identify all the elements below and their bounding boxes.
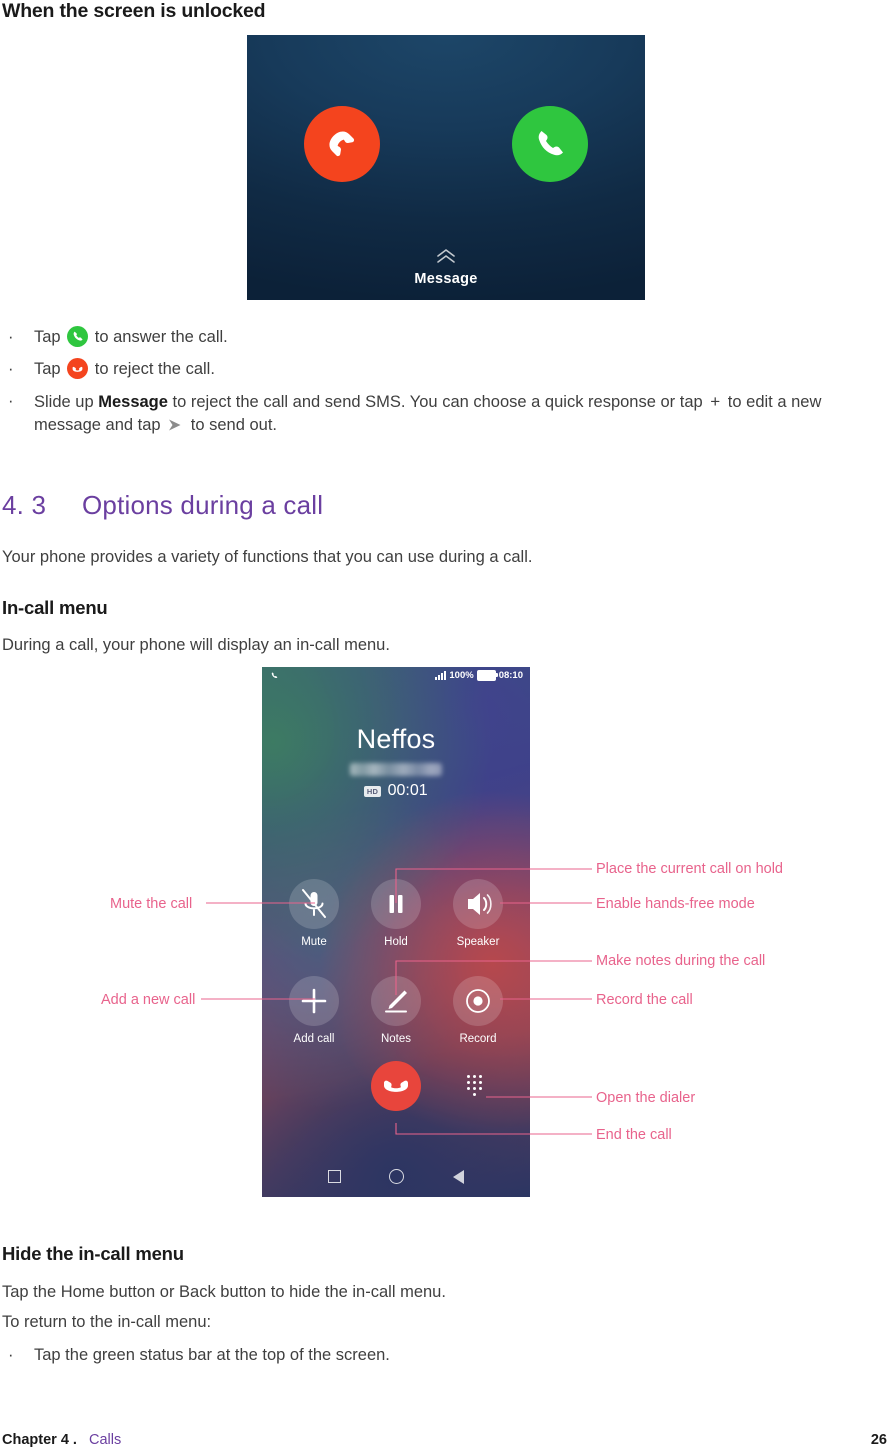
manual-page: When the screen is unlocked Message · Ta… <box>0 0 891 1456</box>
swipe-up-message-area[interactable]: Message <box>247 248 645 288</box>
bullet-tap-green-status-bar: · Tap the green status bar at the top of… <box>2 1344 802 1367</box>
hide-menu-paragraph-1: Tap the Home button or Back button to hi… <box>2 1283 446 1301</box>
notes-label: Notes <box>380 1033 412 1045</box>
battery-percent-label: 100% <box>449 670 474 681</box>
incall-menu-screenshot: 100% 08:10 Neffos HD 00:01 Mute Hold Spe… <box>262 667 530 1197</box>
callout-hands-free-mode: Enable hands-free mode <box>596 896 755 912</box>
page-title: When the screen is unlocked <box>2 0 266 22</box>
bullet-text-prefix: Tap <box>34 328 66 346</box>
callout-open-the-dialer: Open the dialer <box>596 1090 696 1106</box>
bullet-reject-call: · Tap to reject the call. <box>2 357 890 381</box>
callout-record-the-call: Record the call <box>596 992 693 1008</box>
hold-button[interactable]: Hold <box>369 879 423 948</box>
footer-page-number: 26 <box>870 1432 887 1448</box>
add-call-button[interactable]: Add call <box>287 976 341 1045</box>
bullet-list-return: · Tap the green status bar at the top of… <box>2 1344 802 1376</box>
home-circle-icon[interactable] <box>389 1169 405 1184</box>
mute-button[interactable]: Mute <box>287 879 341 948</box>
caller-name: Neffos <box>356 724 436 754</box>
callout-add-a-new-call: Add a new call <box>101 992 196 1008</box>
end-call-row <box>262 1061 530 1111</box>
bullet-text: Tap the green status bar at the top of t… <box>34 1346 390 1364</box>
status-bar-time: 08:10 <box>498 670 523 681</box>
footer-chapter-label: Chapter 4 . <box>2 1432 77 1448</box>
bullet-bold-message: Message <box>98 392 168 411</box>
answer-call-icon <box>67 326 89 347</box>
bullet-list-incoming: · Tap to answer the call. · Tap to rejec… <box>2 326 890 446</box>
speaker-button[interactable]: Speaker <box>451 879 505 948</box>
chevron-up-double-icon <box>437 249 455 263</box>
record-dot-icon <box>453 976 503 1026</box>
bullet-text-suffix: to answer the call. <box>90 328 228 346</box>
answer-call-button[interactable] <box>512 106 588 182</box>
mute-label: Mute <box>301 936 327 948</box>
phone-handset-icon <box>270 671 280 684</box>
chapter-title: Options during a call <box>82 490 324 520</box>
callout-place-on-hold: Place the current call on hold <box>596 861 783 877</box>
bullet-text-part-1: Slide up <box>34 392 99 411</box>
bullet-text-suffix: to reject the call. <box>90 359 215 378</box>
record-label: Record <box>459 1033 497 1045</box>
incoming-call-screenshot: Message <box>247 35 645 300</box>
bullet-marker: · <box>8 328 14 346</box>
action-row-2: Add call Notes Record <box>262 976 530 1045</box>
status-bar: 100% 08:10 <box>262 667 530 685</box>
footer-chapter: Chapter 4 . Calls <box>2 1432 121 1448</box>
footer-chapter-link[interactable]: Calls <box>81 1432 121 1448</box>
incall-action-grid: Mute Hold Speaker Add call Notes Record <box>262 879 530 1073</box>
bullet-text-part-2: to reject the call and send SMS. You can… <box>167 392 708 411</box>
notes-button[interactable]: Notes <box>369 976 423 1045</box>
incall-menu-heading: In-call menu <box>2 597 108 618</box>
hold-label: Hold <box>384 936 408 948</box>
send-arrow-icon <box>167 416 184 431</box>
hide-menu-heading: Hide the in-call menu <box>2 1243 184 1264</box>
recents-square-icon[interactable] <box>328 1170 342 1183</box>
plus-icon: + <box>710 391 721 411</box>
call-status-row: HD 00:01 <box>262 782 530 800</box>
bullet-text-part-4: to send out. <box>186 416 277 435</box>
hide-menu-paragraph-2: To return to the in-call menu: <box>2 1313 212 1331</box>
caller-number-blurred <box>350 763 442 776</box>
pause-icon <box>371 879 421 929</box>
callout-mute-the-call: Mute the call <box>110 896 193 912</box>
signal-bars-icon <box>435 671 447 680</box>
pencil-icon <box>371 976 421 1026</box>
end-call-button[interactable] <box>371 1061 421 1111</box>
bullet-marker: · <box>8 391 14 410</box>
swipe-hint-label: Message <box>414 271 478 287</box>
intro-paragraph: Your phone provides a variety of functio… <box>2 548 533 566</box>
speaker-icon <box>453 879 503 929</box>
back-triangle-icon[interactable] <box>452 1169 464 1184</box>
add-call-label: Add call <box>293 1033 335 1045</box>
callout-make-notes: Make notes during the call <box>596 953 766 969</box>
call-timer: 00:01 <box>387 782 428 799</box>
callout-end-the-call: End the call <box>596 1127 672 1143</box>
chapter-heading: 4. 3 Options during a call <box>2 490 323 521</box>
hd-badge: HD <box>364 785 381 797</box>
bullet-marker: · <box>8 1346 14 1364</box>
action-row-1: Mute Hold Speaker <box>262 879 530 948</box>
mute-microphone-icon <box>289 879 339 929</box>
record-button[interactable]: Record <box>451 976 505 1045</box>
status-bar-right-group: 100% 08:10 <box>435 670 523 681</box>
incall-menu-paragraph: During a call, your phone will display a… <box>2 636 390 654</box>
bullet-answer-call: · Tap to answer the call. <box>2 326 890 349</box>
speaker-label: Speaker <box>456 936 500 948</box>
reject-call-button[interactable] <box>304 106 380 182</box>
chapter-number: 4. 3 <box>2 490 47 520</box>
plus-icon <box>289 976 339 1026</box>
reject-call-icon <box>67 357 89 379</box>
bullet-marker: · <box>8 359 14 378</box>
bullet-text-prefix: Tap <box>34 359 66 378</box>
android-nav-bar <box>262 1169 530 1184</box>
bullet-slide-up-message: · Slide up Message to reject the call an… <box>2 390 890 438</box>
battery-full-icon <box>476 670 499 681</box>
